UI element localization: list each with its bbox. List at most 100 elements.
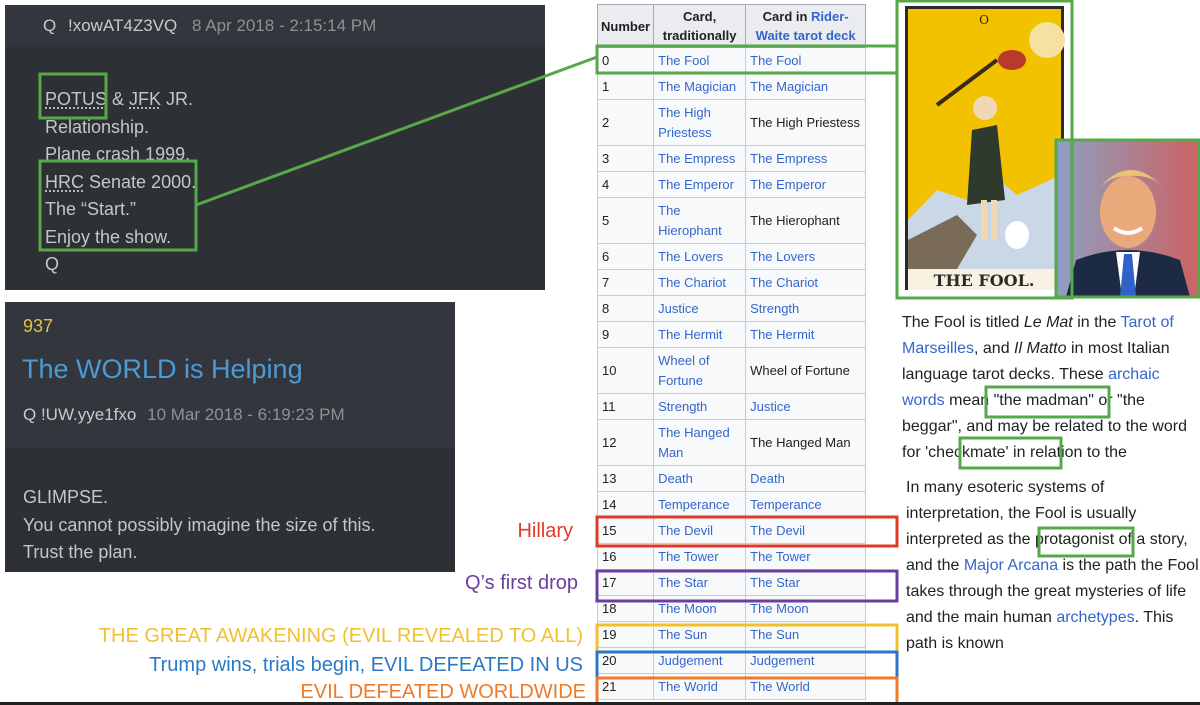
card-link[interactable]: Justice [750,399,790,414]
tarot-table: Number Card, traditionally Card in Rider… [596,4,867,700]
table-row: 2 The High Priestess The High Priestess [596,99,867,146]
amp-text: & [107,89,130,109]
card-link[interactable]: The Moon [658,601,717,616]
archetypes-link[interactable]: archetypes [1056,609,1134,626]
post-timestamp: 8 Apr 2018 - 2:15:14 PM [191,16,377,35]
card-link[interactable]: Strength [658,399,707,414]
card-link[interactable]: The Hermit [750,327,814,342]
card-link[interactable]: The Hermit [658,327,722,342]
table-body: 0 The Fool The Fool 1 The Magician The Magici… [596,47,867,700]
hrc-abbr: HRC [45,171,84,192]
card-link[interactable]: The High Priestess [658,105,711,140]
label-trump: Trump wins, trials begin, EVIL DEFEATED … [149,654,583,676]
card-link[interactable]: The Fool [658,53,709,68]
cell-rider-waite: The Sun [745,621,867,648]
cell-rider-waite: The Empress [745,145,867,172]
card-link[interactable]: The Tower [658,549,718,564]
cell-traditional: The Chariot [653,269,747,296]
cell-rider-waite: Wheel of Fortune [745,347,867,394]
post-timestamp: 10 Mar 2018 - 6:19:23 PM [147,405,345,424]
label-awakening: THE GREAT AWAKENING (EVIL REVEALED TO AL… [98,625,583,647]
cell-rider-waite: The Chariot [745,269,867,296]
post-meta: Q !UW.yye1fxo 10 Mar 2018 - 6:19:23 PM [23,405,345,425]
card-name: The Hanged Man [750,434,851,450]
card-link[interactable]: Death [750,471,785,486]
cell-traditional: Judgement [653,647,747,674]
card-link[interactable]: The Sun [750,627,799,642]
label-hillary: Hillary [517,520,573,542]
card-link[interactable]: The Emperor [658,177,734,192]
post-header: Q !xowAT4Z3VQ 8 Apr 2018 - 2:15:14 PM [5,5,545,47]
cell-number: 4 [596,171,655,198]
il-matto-term: Il Matto [1014,340,1067,357]
cell-rider-waite: The Fool [745,47,867,74]
card-link[interactable]: The Chariot [658,275,726,290]
card-link[interactable]: The Hanged Man [658,425,730,460]
cell-traditional: The Hermit [653,321,747,348]
table-row: 8 Justice Strength [596,295,867,322]
card-link[interactable]: The Star [658,575,708,590]
text: , and [974,340,1015,357]
card-link[interactable]: Strength [750,301,799,316]
card-link[interactable]: Judgement [658,653,722,668]
cell-rider-waite: The Hanged Man [745,419,867,466]
card-link[interactable]: The Empress [658,151,735,166]
card-numeral: O [979,13,989,27]
header-rider-waite: Card in Rider-Waite tarot deck [745,4,867,48]
fool-card-image: O THE FOOL. [897,0,1072,299]
table-row: 5 The Hierophant The Hierophant [596,197,867,244]
card-link[interactable]: Wheel of Fortune [658,353,709,388]
header-traditional: Card, traditionally [653,4,747,48]
card-link[interactable]: The Fool [750,53,801,68]
card-link[interactable]: The Lovers [750,249,815,264]
card-link[interactable]: The Emperor [750,177,826,192]
major-arcana-link[interactable]: Major Arcana [964,557,1058,574]
portrait-photo [1056,140,1200,297]
cell-traditional: Wheel of Fortune [653,347,747,394]
card-link[interactable]: The Tower [750,549,810,564]
card-link[interactable]: Death [658,471,693,486]
card-link[interactable]: The Devil [658,523,713,538]
card-link[interactable]: The Sun [658,627,707,642]
cell-rider-waite: The Emperor [745,171,867,198]
card-link[interactable]: Justice [658,301,698,316]
cell-traditional: The Empress [653,145,747,172]
card-link[interactable]: Temperance [750,497,822,512]
post-line: The “Start.” [45,199,137,219]
cell-traditional: The Emperor [653,171,747,198]
table-row: 7 The Chariot The Chariot [596,269,867,296]
cell-number: 20 [596,647,655,674]
cell-number: 7 [596,269,655,296]
card-link[interactable]: Judgement [750,653,814,668]
card-link[interactable]: The Lovers [658,249,723,264]
card-link[interactable]: The Chariot [750,275,818,290]
card-link[interactable]: The Empress [750,151,827,166]
card-link[interactable]: The Star [750,575,800,590]
cell-number: 10 [596,347,655,394]
card-link[interactable]: The Moon [750,601,809,616]
sun-shape [1029,22,1065,58]
card-link[interactable]: The Magician [658,79,736,94]
card-link[interactable]: Temperance [658,497,730,512]
card-link[interactable]: The World [750,679,810,694]
card-link[interactable]: The Magician [750,79,828,94]
post-header: 937 The WORLD is Helping Q !UW.yye1fxo 1… [5,302,455,448]
cell-traditional: The Fool [653,47,747,74]
cell-number: 15 [596,517,655,544]
card-name: Wheel of Fortune [750,362,850,378]
card-link[interactable]: The Hierophant [658,203,722,238]
cell-rider-waite: The Hermit [745,321,867,348]
card-link[interactable]: The Devil [750,523,805,538]
table-row: 11 Strength Justice [596,393,867,420]
cell-rider-waite: Death [745,465,867,492]
cell-traditional: Justice [653,295,747,322]
cell-traditional: The Sun [653,621,747,648]
cell-number: 9 [596,321,655,348]
card-link[interactable]: The World [658,679,718,694]
card-title: THE FOOL. [934,271,1035,290]
cell-rider-waite: The Tower [745,543,867,570]
cell-number: 1 [596,73,655,100]
table-row: 1 The Magician The Magician [596,73,867,100]
checkmate-phrase: 'checkmate' [925,444,1009,461]
rose-shape [998,50,1026,70]
